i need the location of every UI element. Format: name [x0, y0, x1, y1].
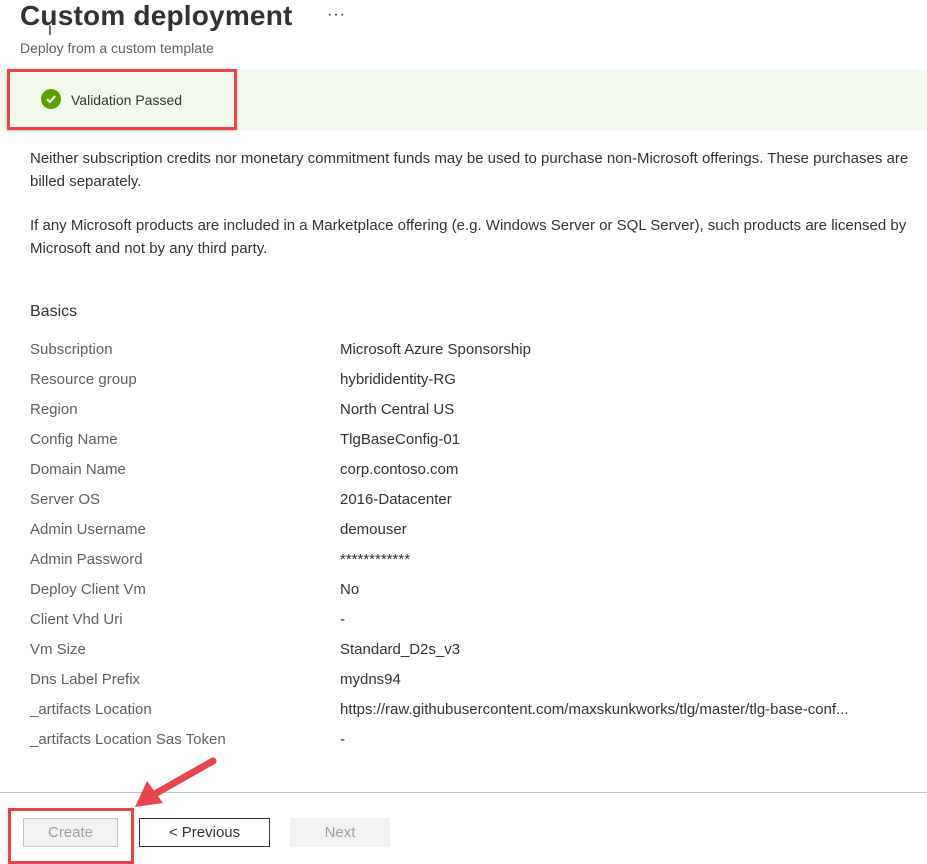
- summary-value: North Central US: [340, 401, 455, 418]
- summary-label: Resource group: [30, 371, 137, 388]
- summary-value: Microsoft Azure Sponsorship: [340, 341, 531, 358]
- summary-row-client-vhd-uri: Client Vhd Uri -: [30, 611, 910, 641]
- page-title: Custom deployment: [20, 0, 293, 31]
- summary-value: Standard_D2s_v3: [340, 641, 461, 658]
- summary-label: Client Vhd Uri: [30, 611, 123, 628]
- summary-label: Admin Username: [30, 521, 146, 538]
- summary-value: TlgBaseConfig-01: [340, 431, 461, 448]
- validation-highlight-box: [7, 69, 237, 130]
- summary-value: corp.contoso.com: [340, 461, 459, 478]
- summary-row-resource-group: Resource group hybrididentity-RG: [30, 371, 910, 401]
- custom-deployment-page: Custom deployment ··· Deploy from a cust…: [0, 0, 927, 864]
- summary-value: 2016-Datacenter: [340, 491, 452, 508]
- previous-button[interactable]: < Previous: [139, 818, 270, 847]
- page-subtitle: Deploy from a custom template: [20, 40, 214, 56]
- summary-label: _artifacts Location Sas Token: [30, 731, 226, 748]
- summary-label: _artifacts Location: [30, 701, 152, 718]
- summary-row-domain-name: Domain Name corp.contoso.com: [30, 461, 910, 491]
- summary-label: Config Name: [30, 431, 118, 448]
- summary-row-admin-username: Admin Username demouser: [30, 521, 910, 551]
- text-cursor-icon: I: [48, 22, 52, 38]
- summary-row-server-os: Server OS 2016-Datacenter: [30, 491, 910, 521]
- summary-label: Region: [30, 401, 78, 418]
- next-button[interactable]: Next: [290, 818, 390, 847]
- summary-label: Domain Name: [30, 461, 126, 478]
- summary-row-deploy-client-vm: Deploy Client Vm No: [30, 581, 910, 611]
- summary-label: Server OS: [30, 491, 101, 508]
- summary-row-admin-password: Admin Password ************: [30, 551, 910, 581]
- summary-row-region: Region North Central US: [30, 401, 910, 431]
- summary-label: Vm Size: [30, 641, 86, 658]
- billing-notice: Neither subscription credits nor monetar…: [30, 150, 909, 190]
- summary-label: Subscription: [30, 341, 113, 358]
- summary-value: -: [340, 611, 345, 628]
- summary-value: ************: [340, 551, 411, 568]
- summary-label: Dns Label Prefix: [30, 671, 141, 688]
- basics-section-title: Basics: [30, 303, 78, 320]
- summary-value: No: [340, 581, 360, 598]
- summary-label: Admin Password: [30, 551, 143, 568]
- summary-row-subscription: Subscription Microsoft Azure Sponsorship: [30, 341, 910, 371]
- summary-row-artifacts-location: _artifacts Location https://raw.githubus…: [30, 701, 910, 731]
- more-actions-button[interactable]: ···: [327, 6, 346, 24]
- summary-value: https://raw.githubusercontent.com/maxsku…: [340, 701, 849, 718]
- summary-label: Deploy Client Vm: [30, 581, 146, 598]
- summary-row-dns-label-prefix: Dns Label Prefix mydns94: [30, 671, 910, 701]
- summary-value: demouser: [340, 521, 407, 538]
- summary-value: -: [340, 731, 345, 748]
- summary-row-config-name: Config Name TlgBaseConfig-01: [30, 431, 910, 461]
- summary-value: mydns94: [340, 671, 401, 688]
- summary-value: hybrididentity-RG: [340, 371, 456, 388]
- annotation-arrow-icon: [135, 757, 217, 807]
- create-highlight-box: [8, 808, 134, 864]
- summary-row-vm-size: Vm Size Standard_D2s_v3: [30, 641, 910, 671]
- licensing-notice: If any Microsoft products are included i…: [30, 217, 907, 257]
